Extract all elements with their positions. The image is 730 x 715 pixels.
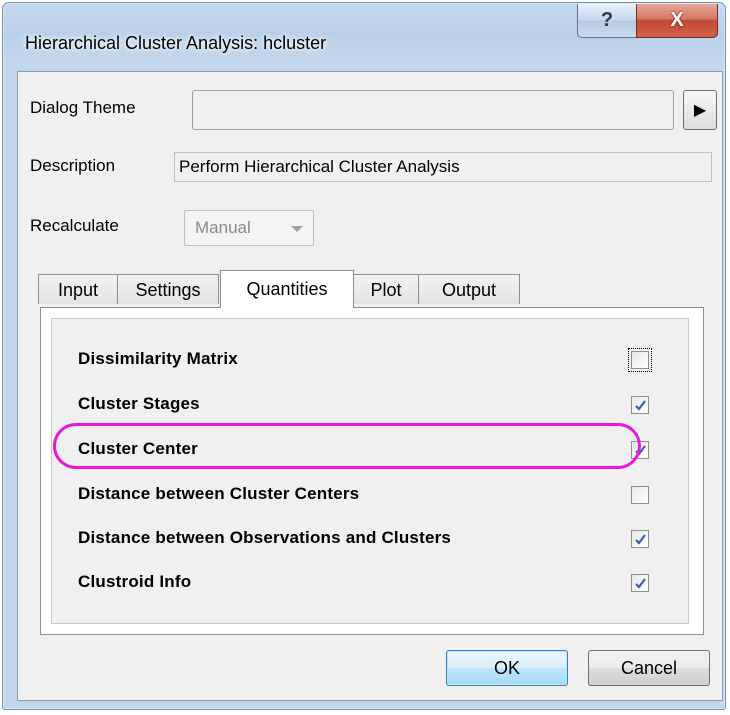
tab-input[interactable]: Input bbox=[38, 274, 118, 304]
recalculate-select[interactable]: Manual bbox=[184, 210, 314, 246]
recalculate-label: Recalculate bbox=[30, 216, 119, 235]
tab-output[interactable]: Output bbox=[418, 274, 520, 304]
distance-observations-clusters-checkbox[interactable] bbox=[631, 530, 649, 548]
dialog-window: Hierarchical Cluster Analysis: hcluster … bbox=[2, 2, 726, 710]
checkmark-icon bbox=[634, 577, 646, 589]
distance-between-cluster-centers-label: Distance between Cluster Centers bbox=[78, 484, 360, 503]
help-icon: ? bbox=[600, 9, 614, 31]
description-field: Perform Hierarchical Cluster Analysis bbox=[174, 152, 712, 182]
dialog-body: Dialog Theme ▶ Description Perform Hiera… bbox=[17, 71, 723, 701]
quantities-panel: Dissimilarity Matrix Cluster Stages Clus… bbox=[40, 307, 704, 635]
cluster-stages-checkbox[interactable] bbox=[631, 396, 649, 414]
dialog-theme-label: Dialog Theme bbox=[30, 98, 136, 117]
tab-settings[interactable]: Settings bbox=[117, 274, 219, 304]
tab-plot[interactable]: Plot bbox=[353, 274, 419, 304]
cluster-stages-label: Cluster Stages bbox=[78, 394, 200, 413]
cancel-button[interactable]: Cancel bbox=[588, 650, 710, 686]
triangle-right-icon: ▶ bbox=[693, 102, 707, 119]
tab-quantities[interactable]: Quantities bbox=[220, 270, 354, 308]
description-label: Description bbox=[30, 156, 116, 175]
dissimilarity-matrix-label: Dissimilarity Matrix bbox=[78, 349, 238, 368]
recalculate-value: Manual bbox=[195, 218, 251, 237]
close-button[interactable]: X bbox=[636, 4, 718, 38]
ok-button[interactable]: OK bbox=[446, 650, 568, 686]
window-title: Hierarchical Cluster Analysis: hcluster bbox=[25, 33, 327, 53]
distance-observations-clusters-label: Distance between Observations and Cluste… bbox=[78, 528, 452, 547]
clustroid-info-label: Clustroid Info bbox=[78, 572, 192, 591]
dissimilarity-matrix-checkbox[interactable] bbox=[628, 348, 652, 372]
checkmark-icon bbox=[634, 399, 646, 411]
dialog-theme-combo[interactable] bbox=[192, 90, 674, 130]
clustroid-info-checkbox[interactable] bbox=[631, 574, 649, 592]
theme-menu-button[interactable]: ▶ bbox=[683, 90, 717, 130]
distance-between-cluster-centers-checkbox[interactable] bbox=[631, 486, 649, 504]
checkmark-icon bbox=[634, 444, 646, 456]
help-button[interactable]: ? bbox=[577, 4, 637, 38]
cluster-center-label: Cluster Center bbox=[78, 439, 198, 458]
chevron-down-icon bbox=[291, 226, 303, 232]
checkmark-icon bbox=[634, 533, 646, 545]
close-icon: X bbox=[670, 9, 684, 31]
quantities-group: Dissimilarity Matrix Cluster Stages Clus… bbox=[51, 318, 689, 624]
cluster-center-checkbox[interactable] bbox=[631, 441, 649, 459]
